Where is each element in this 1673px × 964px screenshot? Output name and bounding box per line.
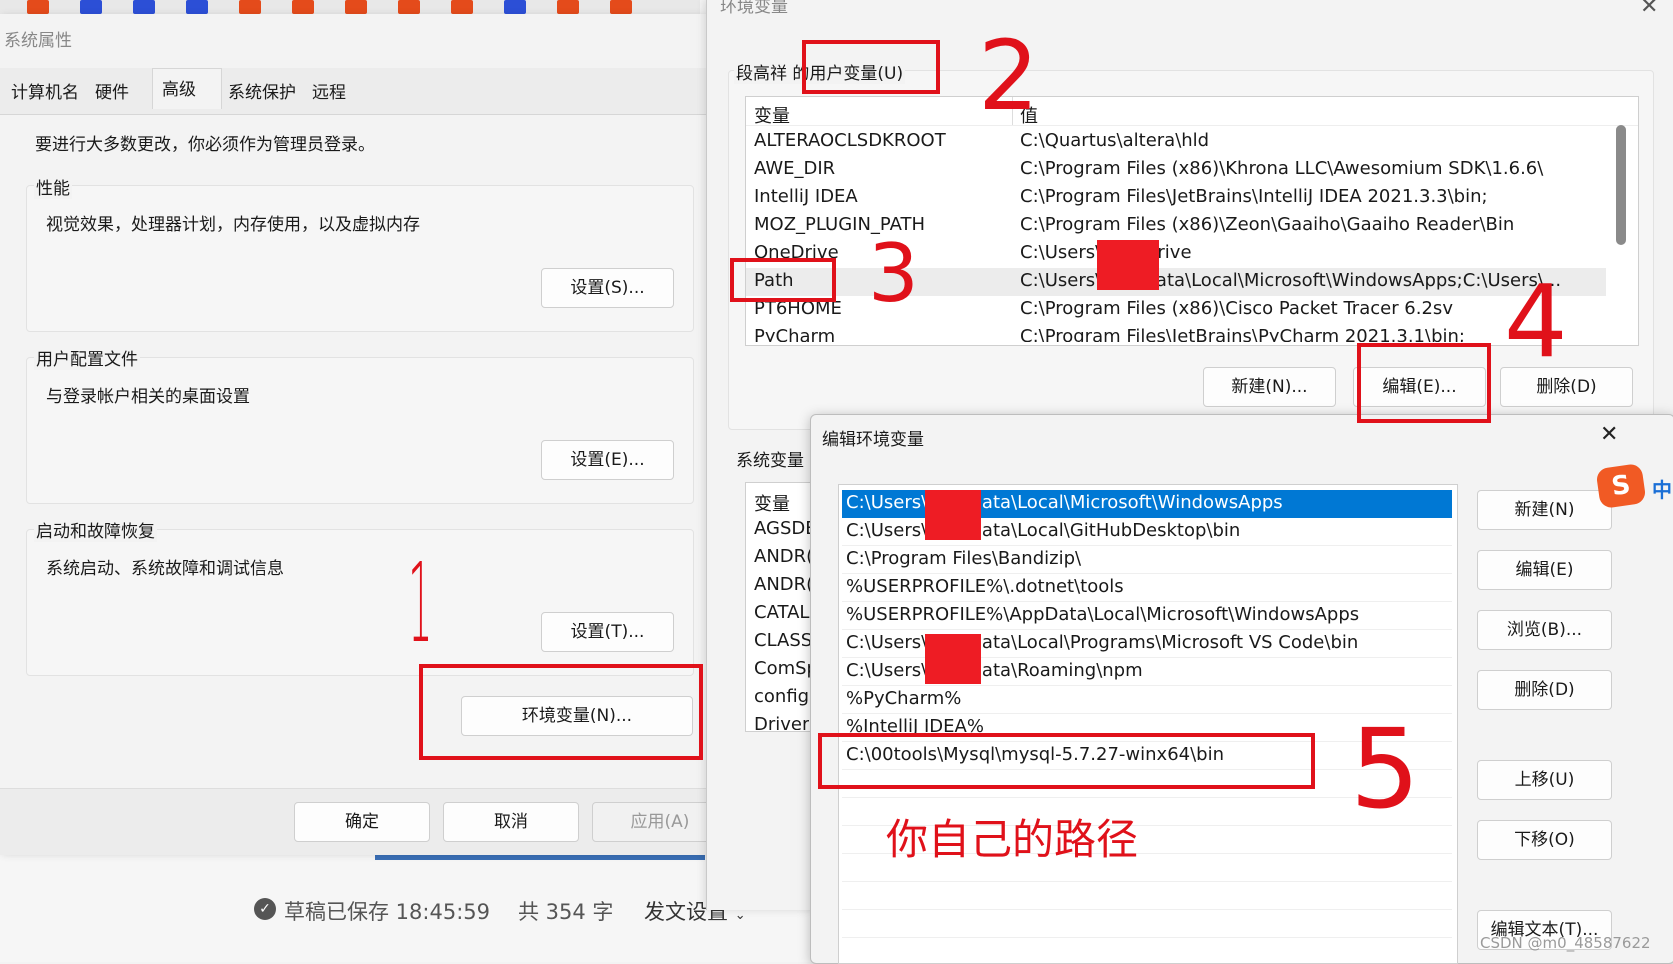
edit-new-button[interactable]: 新建(N)	[1477, 490, 1612, 530]
tab-system-protection[interactable]: 系统保护	[228, 78, 296, 103]
user-new-button[interactable]: 新建(N)...	[1203, 367, 1336, 407]
col-header-variable[interactable]: 变量	[754, 102, 790, 128]
sys-var-name[interactable]: ANDR(	[754, 546, 813, 567]
annotation-number-2: 2	[978, 20, 1040, 132]
redaction-block	[925, 634, 981, 684]
csdn-icon[interactable]	[345, 0, 367, 14]
performance-settings-button[interactable]: 设置(S)...	[541, 268, 674, 308]
annotation-number-3: 3	[868, 227, 919, 320]
csdn-icon[interactable]	[398, 0, 420, 14]
edit-dialog-close-icon[interactable]: ✕	[1600, 422, 1618, 447]
path-entry[interactable]: C:\Program Files\Bandizip\	[842, 546, 1452, 574]
performance-desc: 视觉效果，处理器计划，内存使用，以及虚拟内存	[46, 215, 420, 235]
user-var-name[interactable]: AWE_DIR	[754, 158, 835, 179]
sys-col-header-variable[interactable]: 变量	[754, 490, 790, 516]
baidu-icon[interactable]	[504, 0, 526, 14]
tab-computer-name[interactable]: 计算机名	[11, 78, 79, 103]
user-profile-settings-button[interactable]: 设置(E)...	[541, 440, 674, 480]
annotation-box-mysql-path	[818, 733, 1315, 789]
baidu-icon[interactable]	[133, 0, 155, 14]
sys-var-name[interactable]: Driver	[754, 714, 809, 730]
env-close-icon[interactable]: ✕	[1640, 0, 1658, 19]
performance-group	[26, 185, 694, 332]
annotation-box-env-button	[419, 664, 703, 760]
sys-var-name[interactable]: AGSDE	[754, 518, 817, 539]
annotation-number-4: 4	[1504, 263, 1568, 380]
startup-recovery-group	[26, 529, 694, 676]
csdn-icon[interactable]	[557, 0, 579, 14]
user-var-value[interactable]: C:\Program Files (x86)\Khrona LLC\Awesom…	[1020, 158, 1543, 179]
csdn-icon[interactable]	[451, 0, 473, 14]
system-variables-title: 系统变量	[734, 446, 806, 471]
annotation-number-1: 1	[408, 539, 433, 667]
user-var-value[interactable]: C:\Program Files (x86)\Zeon\Gaaiho\Gaaih…	[1020, 214, 1514, 235]
annotation-number-5: 5	[1350, 705, 1420, 833]
csdn-watermark: CSDN @m0_48587622	[1480, 934, 1651, 952]
user-profile-group	[26, 357, 694, 504]
annotation-box-user-vars	[802, 40, 940, 94]
redaction-block	[925, 490, 981, 540]
sys-var-name[interactable]: CLASS	[754, 630, 812, 651]
csdn-icon[interactable]	[292, 0, 314, 14]
word-count: 共 354 字	[518, 900, 614, 924]
move-down-button[interactable]: 下移(O)	[1477, 820, 1612, 860]
annotation-your-path: 你自己的路径	[886, 815, 1139, 864]
sogou-ime-icon[interactable]: S	[1595, 462, 1647, 510]
saved-check-icon: ✓	[254, 898, 276, 920]
path-entry[interactable]: %USERPROFILE%\.dotnet\tools	[842, 574, 1452, 602]
chevron-down-icon: ⌄	[734, 908, 746, 923]
user-var-value[interactable]: C:\Program Files (x86)\Cisco Packet Trac…	[1020, 298, 1453, 319]
path-entry-empty[interactable]	[842, 882, 1452, 910]
csdn-icon[interactable]	[610, 0, 632, 14]
path-entry-empty[interactable]	[842, 910, 1452, 938]
sys-var-name[interactable]: CATAL	[754, 602, 809, 623]
move-up-button[interactable]: 上移(U)	[1477, 760, 1612, 800]
user-var-name[interactable]: IntelliJ IDEA	[754, 186, 858, 207]
ime-mode-label[interactable]: 中	[1652, 474, 1672, 503]
user-var-value[interactable]: C:\Quartus\altera\hld	[1020, 130, 1209, 151]
csdn-icon[interactable]	[239, 0, 261, 14]
tab-hardware[interactable]: 硬件	[95, 78, 129, 103]
user-profile-title: 用户配置文件	[34, 345, 140, 370]
startup-recovery-desc: 系统启动、系统故障和调试信息	[46, 559, 284, 579]
sys-var-name[interactable]: config	[754, 686, 809, 707]
admin-note: 要进行大多数更改，你必须作为管理员登录。	[35, 135, 375, 155]
user-var-name[interactable]: ALTERAOCLSDKROOT	[754, 130, 946, 151]
taskbar-strip	[0, 0, 700, 14]
startup-recovery-title: 启动和故障恢复	[34, 517, 157, 542]
window-title: 系统属性	[4, 31, 72, 51]
performance-title: 性能	[34, 174, 72, 199]
edit-browse-button[interactable]: 浏览(B)...	[1477, 610, 1612, 650]
edit-dialog-title: 编辑环境变量	[822, 430, 924, 450]
edit-delete-button[interactable]: 删除(D)	[1477, 670, 1612, 710]
user-var-name[interactable]: PyCharm	[754, 326, 835, 342]
ok-button[interactable]: 确定	[294, 802, 430, 842]
path-entry[interactable]: %USERPROFILE%\AppData\Local\Microsoft\Wi…	[842, 602, 1452, 630]
sys-var-name[interactable]: ANDR(	[754, 574, 813, 595]
baidu-icon[interactable]	[186, 0, 208, 14]
annotation-box-path	[730, 258, 836, 302]
cancel-button[interactable]: 取消	[443, 802, 579, 842]
scrollbar-thumb[interactable]	[1616, 125, 1626, 245]
app-icon[interactable]	[27, 0, 49, 14]
tab-advanced[interactable]: 高级	[162, 75, 196, 100]
annotation-box-edit	[1357, 343, 1491, 423]
tab-remote[interactable]: 远程	[312, 78, 346, 103]
user-profile-desc: 与登录帐户相关的桌面设置	[46, 387, 250, 407]
user-var-value[interactable]: C:\Program Files\JetBrains\IntelliJ IDEA…	[1020, 186, 1488, 207]
user-var-value[interactable]: C:\Program Files\JetBrains\PyCharm 2021.…	[1020, 326, 1465, 342]
draft-saved-text: 草稿已保存 18:45:59	[284, 900, 490, 924]
env-window-title: 环境变量	[720, 0, 788, 17]
redaction-block	[1097, 240, 1159, 290]
sys-var-name[interactable]: ComSp	[754, 658, 818, 679]
list-header	[746, 97, 1638, 126]
baidu-icon[interactable]	[80, 0, 102, 14]
startup-settings-button[interactable]: 设置(T)...	[541, 612, 674, 652]
edit-edit-button[interactable]: 编辑(E)	[1477, 550, 1612, 590]
